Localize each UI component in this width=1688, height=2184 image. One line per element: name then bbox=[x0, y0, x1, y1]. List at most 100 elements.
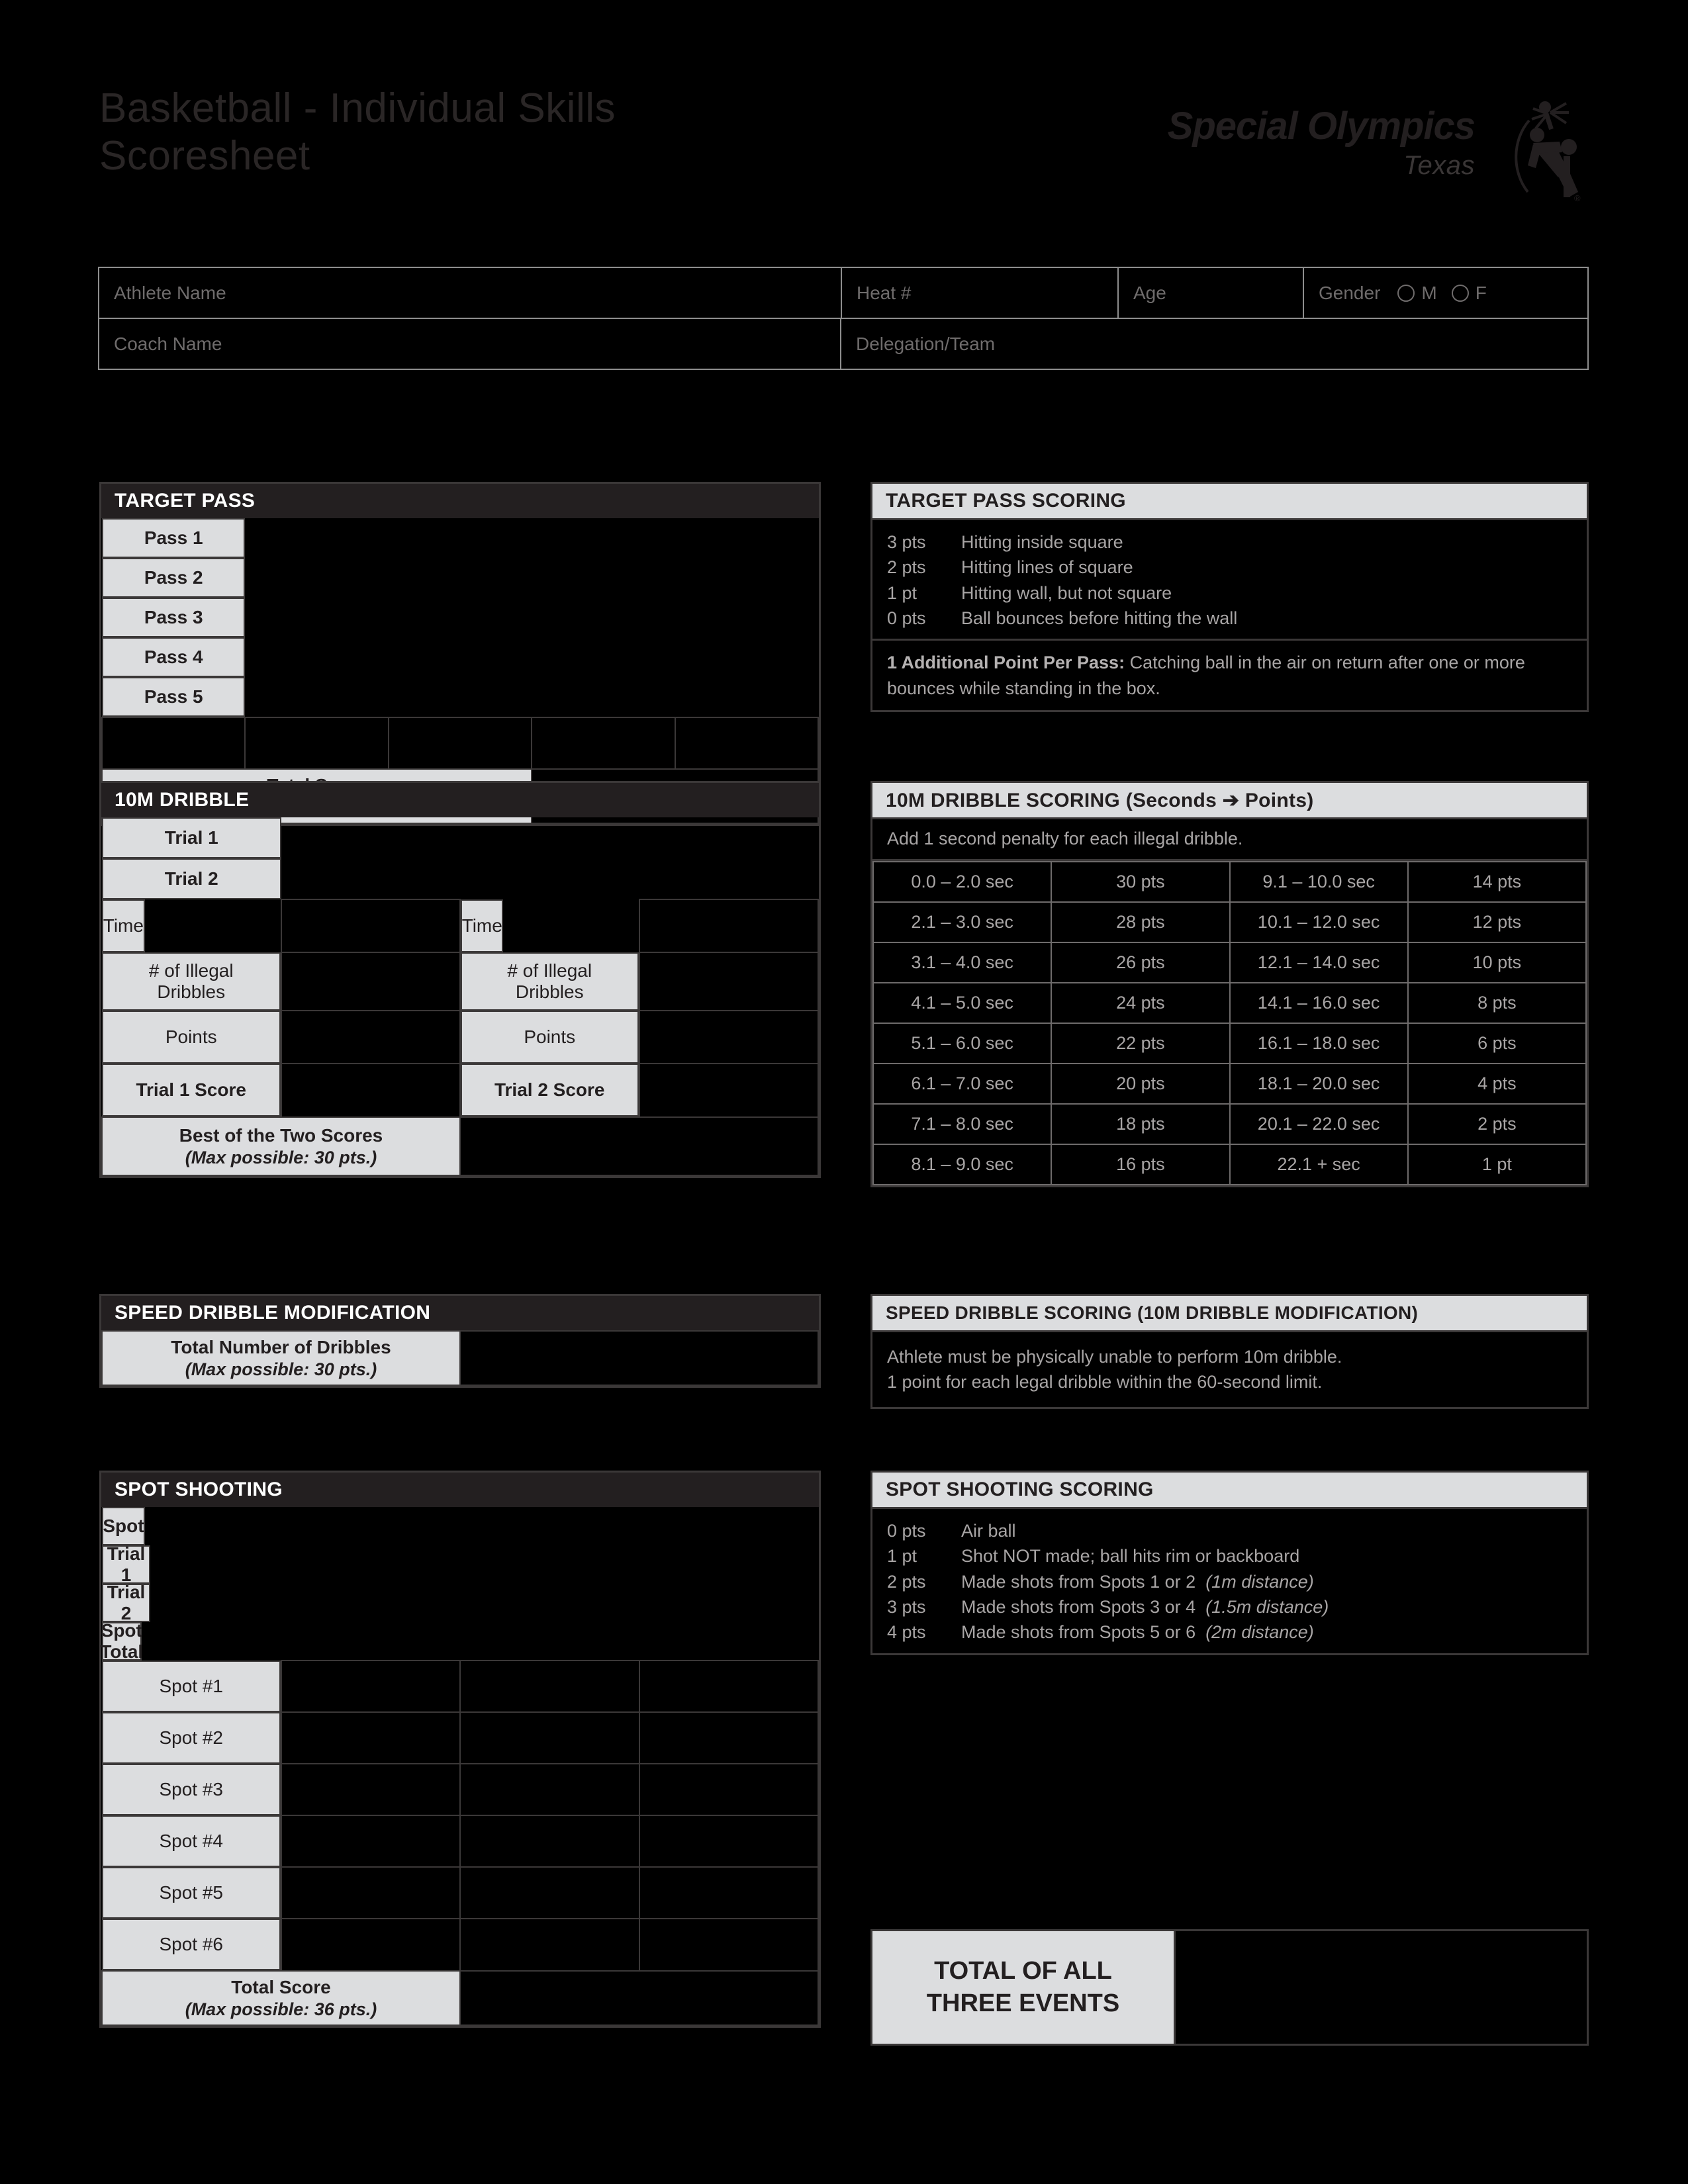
score-points: 1 pt bbox=[887, 1546, 917, 1567]
table-row: Spot #2 bbox=[102, 1711, 819, 1764]
input-spot-5-total[interactable] bbox=[638, 1866, 819, 1919]
speed-dribble-heading: SPEED DRIBBLE MODIFICATION bbox=[101, 1296, 819, 1330]
coach-name-field[interactable]: Coach Name bbox=[99, 319, 841, 369]
list-item: 3 pts Made shots from Spots 3 or 4 (1.5m… bbox=[887, 1594, 1572, 1619]
list-item: Athlete must be physically unable to per… bbox=[887, 1344, 1572, 1369]
input-pass-3[interactable] bbox=[387, 717, 533, 770]
input-trial1-score[interactable] bbox=[280, 1063, 461, 1118]
input-spot-3-trial-2[interactable] bbox=[459, 1763, 640, 1816]
athlete-name-field[interactable]: Athlete Name bbox=[99, 268, 842, 318]
cell-right-points: 14 pts bbox=[1407, 861, 1587, 903]
label-trial1-points: Points bbox=[102, 1011, 281, 1064]
label-spot-4: Spot #4 bbox=[102, 1815, 281, 1867]
cell-right-points: 6 pts bbox=[1407, 1023, 1587, 1065]
table-row: Time Time bbox=[102, 899, 819, 953]
table-row: 2.1 – 3.0 sec 28 pts 10.1 – 12.0 sec 12 … bbox=[872, 901, 1587, 944]
input-spot-4-total[interactable] bbox=[638, 1815, 819, 1868]
cell-right-range: 10.1 – 12.0 sec bbox=[1229, 901, 1409, 944]
cell-right-range: 14.1 – 16.0 sec bbox=[1229, 982, 1409, 1024]
list-item: 4 pts Made shots from Spots 5 or 6 (2m d… bbox=[887, 1619, 1572, 1645]
gender-male-label: M bbox=[1421, 282, 1437, 303]
input-spot-3-trial-1[interactable] bbox=[280, 1763, 461, 1816]
input-pass-2[interactable] bbox=[244, 717, 389, 770]
cell-left-range: 0.0 – 2.0 sec bbox=[872, 861, 1053, 903]
list-item: 1 point for each legal dribble within th… bbox=[887, 1369, 1572, 1394]
input-spot-6-trial-1[interactable] bbox=[280, 1918, 461, 1972]
input-trial1-points[interactable] bbox=[280, 1010, 461, 1064]
input-dribble-best-score[interactable] bbox=[459, 1116, 819, 1176]
target-pass-additional-note: 1 Additional Point Per Pass: Catching ba… bbox=[872, 639, 1587, 710]
gender-field[interactable]: Gender M F bbox=[1304, 268, 1587, 318]
score-description: Shot NOT made; ball hits rim or backboar… bbox=[961, 1546, 1300, 1567]
input-spot-1-trial-2[interactable] bbox=[459, 1660, 640, 1713]
cell-right-range: 16.1 – 18.0 sec bbox=[1229, 1023, 1409, 1065]
input-spot-2-total[interactable] bbox=[638, 1711, 819, 1764]
cell-left-points: 30 pts bbox=[1051, 861, 1231, 903]
col-pass-1: Pass 1 bbox=[102, 518, 246, 558]
input-spot-4-trial-2[interactable] bbox=[459, 1815, 640, 1868]
target-pass-heading: TARGET PASS bbox=[101, 484, 819, 518]
input-spot-5-trial-2[interactable] bbox=[459, 1866, 640, 1919]
cell-left-range: 2.1 – 3.0 sec bbox=[872, 901, 1053, 944]
input-speed-dribble-total[interactable] bbox=[459, 1330, 819, 1386]
input-trial2-points[interactable] bbox=[638, 1010, 819, 1064]
input-trial2-illegal-dribbles[interactable] bbox=[638, 952, 819, 1011]
radio-circle-icon[interactable] bbox=[1397, 284, 1415, 302]
input-spot-3-total[interactable] bbox=[638, 1763, 819, 1816]
table-header-row: Trial 1 Trial 2 bbox=[102, 817, 818, 899]
target-pass-scoring-section: TARGET PASS SCORING 3 pts Hitting inside… bbox=[870, 482, 1589, 712]
score-points: 1 pt bbox=[887, 582, 917, 603]
table-row: Best of the Two Scores (Max possible: 30… bbox=[101, 1116, 819, 1176]
grand-total-label: TOTAL OF ALL THREE EVENTS bbox=[872, 1931, 1174, 2044]
input-spot-2-trial-2[interactable] bbox=[459, 1711, 640, 1764]
athlete-info-block: Athlete Name Heat # Age Gender M F Coach… bbox=[98, 267, 1589, 370]
input-trial1-time[interactable] bbox=[280, 899, 461, 953]
input-trial2-score[interactable] bbox=[638, 1063, 819, 1118]
input-trial1-illegal-dribbles[interactable] bbox=[280, 952, 461, 1011]
label-trial2-time: Time bbox=[461, 899, 504, 952]
list-item: 2 pts Made shots from Spots 1 or 2 (1m d… bbox=[887, 1569, 1572, 1594]
input-trial2-time[interactable] bbox=[638, 899, 819, 953]
gender-option-female[interactable]: F bbox=[1451, 282, 1499, 304]
radio-circle-icon[interactable] bbox=[1451, 284, 1469, 302]
input-grand-total[interactable] bbox=[1174, 1931, 1587, 2044]
cell-left-points: 24 pts bbox=[1051, 982, 1231, 1024]
gender-female-label: F bbox=[1475, 282, 1487, 303]
heat-number-field[interactable]: Heat # bbox=[842, 268, 1119, 318]
special-olympics-figure-icon: ® bbox=[1515, 101, 1581, 203]
col-pass-3: Pass 3 bbox=[102, 598, 246, 637]
input-pass-4[interactable] bbox=[531, 717, 676, 770]
dribble-table: Trial 1 Trial 2 Time Time # of Illegal D… bbox=[101, 817, 819, 1176]
dribble-best-label: Best of the Two Scores (Max possible: 30… bbox=[101, 1116, 461, 1176]
page-title: Basketball - Individual Skills Scoreshee… bbox=[99, 85, 616, 179]
score-description: Hitting inside square bbox=[961, 532, 1123, 552]
age-field[interactable]: Age bbox=[1119, 268, 1304, 318]
label-spot-5: Spot #5 bbox=[102, 1867, 281, 1919]
input-spot-6-trial-2[interactable] bbox=[459, 1918, 640, 1972]
gender-option-male[interactable]: M bbox=[1397, 283, 1448, 304]
col-spot: Spot bbox=[102, 1507, 145, 1545]
list-item: 1 pt Hitting wall, but not square bbox=[887, 580, 1572, 606]
delegation-team-field[interactable]: Delegation/Team bbox=[841, 319, 1587, 369]
list-item: 2 pts Hitting lines of square bbox=[887, 555, 1572, 580]
input-spot-5-trial-1[interactable] bbox=[280, 1866, 461, 1919]
score-description: Hitting lines of square bbox=[961, 557, 1133, 578]
table-row: # of Illegal Dribbles # of Illegal Dribb… bbox=[102, 952, 819, 1011]
input-spot-4-trial-1[interactable] bbox=[280, 1815, 461, 1868]
score-description: Made shots from Spots 1 or 2 bbox=[961, 1571, 1196, 1592]
input-spot-1-trial-1[interactable] bbox=[280, 1660, 461, 1713]
input-spot-1-total[interactable] bbox=[638, 1660, 819, 1713]
dribble-section: 10M DRIBBLE Trial 1 Trial 2 Time Time # … bbox=[99, 781, 821, 1178]
input-spot-6-total[interactable] bbox=[638, 1918, 819, 1972]
input-pass-5[interactable] bbox=[674, 717, 820, 770]
table-row: 5.1 – 6.0 sec 22 pts 16.1 – 18.0 sec 6 p… bbox=[872, 1023, 1587, 1065]
cell-right-range: 9.1 – 10.0 sec bbox=[1229, 861, 1409, 903]
cell-left-range: 5.1 – 6.0 sec bbox=[872, 1023, 1053, 1065]
input-pass-1[interactable] bbox=[101, 717, 246, 770]
cell-left-range: 6.1 – 7.0 sec bbox=[872, 1063, 1053, 1105]
input-spot-2-trial-1[interactable] bbox=[280, 1711, 461, 1764]
col-trial-1: Trial 1 bbox=[102, 1543, 151, 1585]
speed-dribble-scoring-heading: SPEED DRIBBLE SCORING (10M DRIBBLE MODIF… bbox=[872, 1296, 1587, 1330]
input-spot-shooting-total[interactable] bbox=[459, 1970, 819, 2026]
label-spot-2: Spot #2 bbox=[102, 1712, 281, 1764]
